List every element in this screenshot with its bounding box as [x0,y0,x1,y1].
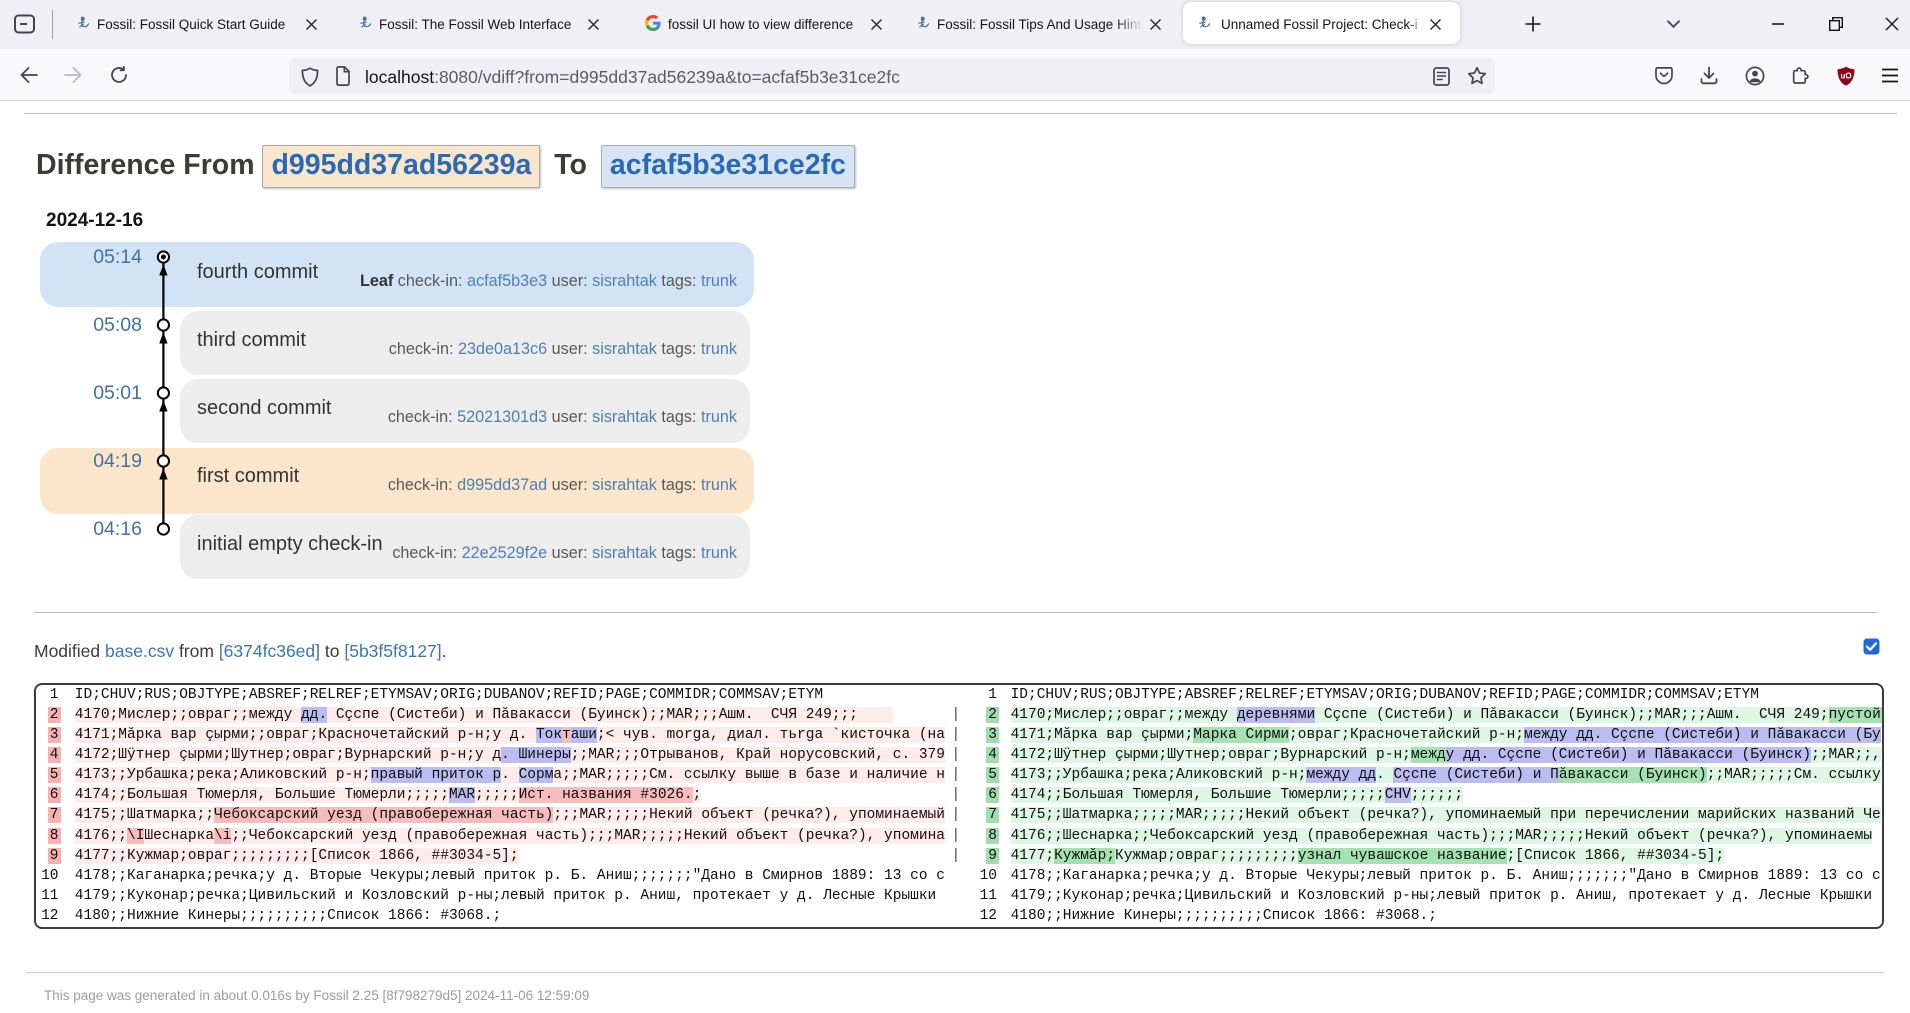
svg-text:uO: uO [1840,72,1851,81]
